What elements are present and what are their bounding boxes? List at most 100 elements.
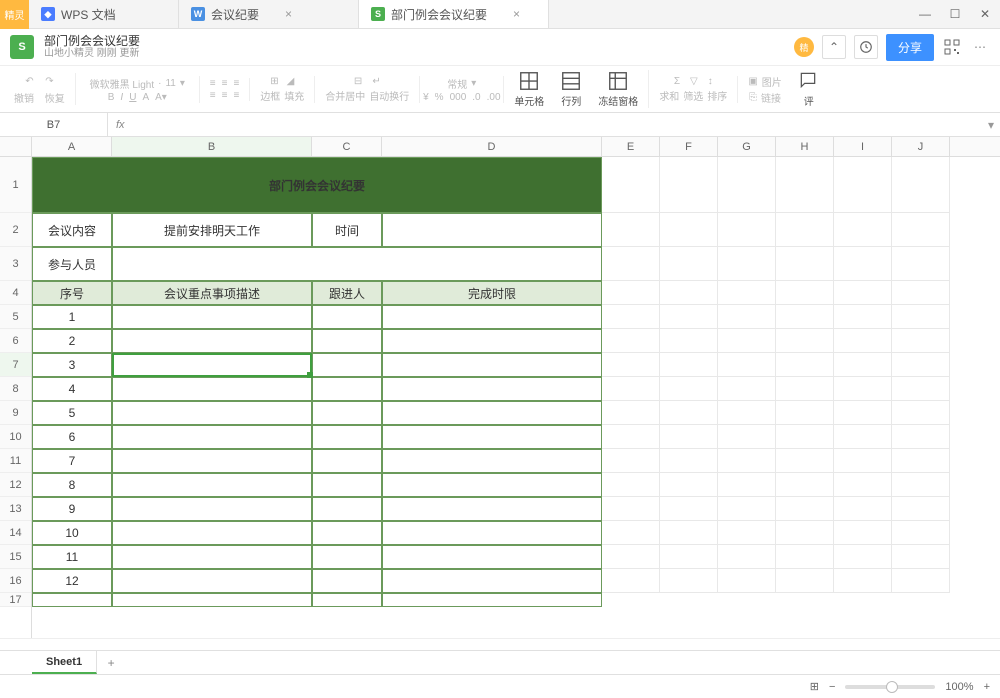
row-header[interactable]: 14 (0, 521, 31, 545)
zoom-level[interactable]: 100% (945, 681, 973, 693)
cell[interactable] (382, 593, 602, 607)
cell[interactable] (312, 305, 382, 329)
cell[interactable] (776, 449, 834, 473)
cell-seq[interactable]: 3 (32, 353, 112, 377)
cell[interactable] (892, 497, 950, 521)
cell[interactable] (718, 305, 776, 329)
freeze-button[interactable]: 冻结窗格 (592, 70, 649, 108)
cell[interactable] (660, 281, 718, 305)
cell[interactable] (834, 157, 892, 213)
cell[interactable] (112, 353, 312, 377)
cell-seq[interactable]: 11 (32, 545, 112, 569)
bold-icon[interactable]: B (108, 92, 115, 103)
cell[interactable] (382, 521, 602, 545)
cell[interactable] (112, 377, 312, 401)
win-tab-wps[interactable]: ◆ WPS 文档 (29, 0, 179, 28)
cell[interactable] (312, 425, 382, 449)
cell[interactable] (776, 305, 834, 329)
align-right-icon[interactable]: ≡ (233, 90, 239, 101)
win-tab-doc2[interactable]: S 部门例会会议纪要 × (359, 0, 549, 28)
table-header[interactable]: 完成时限 (382, 281, 602, 305)
cell[interactable] (312, 329, 382, 353)
cell[interactable] (776, 329, 834, 353)
cell[interactable] (112, 425, 312, 449)
undo-icon[interactable]: ↶ (21, 73, 37, 89)
font-size[interactable]: 11 (165, 78, 175, 89)
cell[interactable] (112, 449, 312, 473)
cell[interactable] (892, 213, 950, 247)
col-header[interactable]: E (602, 137, 660, 156)
cell[interactable] (382, 545, 602, 569)
sum-icon[interactable]: Σ (674, 76, 680, 87)
cell[interactable] (602, 353, 660, 377)
number-format[interactable]: 常规 (447, 76, 467, 91)
cell[interactable] (776, 425, 834, 449)
col-header[interactable]: I (834, 137, 892, 156)
close-icon[interactable]: × (285, 7, 292, 21)
cell[interactable] (602, 247, 660, 281)
fx-label[interactable]: fx (108, 119, 133, 131)
cell[interactable] (776, 401, 834, 425)
maximize-button[interactable]: ☐ (940, 0, 970, 28)
cell[interactable] (382, 305, 602, 329)
cell[interactable] (834, 377, 892, 401)
cell[interactable] (834, 213, 892, 247)
dec-dec-icon[interactable]: .00 (487, 92, 501, 103)
cell[interactable] (718, 213, 776, 247)
fill-icon[interactable]: ◢ (287, 76, 295, 87)
cell[interactable] (382, 497, 602, 521)
cell[interactable] (892, 353, 950, 377)
cell[interactable] (834, 497, 892, 521)
zoom-in-button[interactable]: + (984, 681, 990, 693)
table-header[interactable]: 会议重点事项描述 (112, 281, 312, 305)
align-bot-icon[interactable]: ≡ (233, 78, 239, 89)
cell[interactable] (660, 569, 718, 593)
cell[interactable] (776, 521, 834, 545)
col-header[interactable]: C (312, 137, 382, 156)
filter-icon[interactable]: ▽ (690, 76, 698, 87)
dec-inc-icon[interactable]: .0 (472, 92, 480, 103)
formula-expand[interactable]: ▾ (982, 118, 1000, 132)
image-icon[interactable]: ▣ (748, 76, 757, 87)
col-header[interactable]: F (660, 137, 718, 156)
cell[interactable] (892, 247, 950, 281)
cell-label[interactable]: 时间 (312, 213, 382, 247)
cell-seq[interactable]: 5 (32, 401, 112, 425)
cell[interactable] (602, 569, 660, 593)
cell[interactable] (834, 281, 892, 305)
cell[interactable] (602, 281, 660, 305)
cell-seq[interactable]: 8 (32, 473, 112, 497)
cells-area[interactable]: 部门例会会议纪要 会议内容 提前安排明天工作 时间 参与人员 序号 会议重点事项… (32, 157, 1000, 638)
cell[interactable] (834, 247, 892, 281)
cell[interactable] (382, 569, 602, 593)
comment-button[interactable]: 评 (792, 70, 826, 108)
cell[interactable] (382, 329, 602, 353)
font-name[interactable]: 微软雅黑 Light (90, 76, 154, 91)
zoom-slider[interactable] (845, 685, 935, 689)
cell[interactable] (834, 401, 892, 425)
row-header[interactable]: 11 (0, 449, 31, 473)
cell[interactable] (834, 305, 892, 329)
cell[interactable] (112, 497, 312, 521)
redo-icon[interactable]: ↷ (41, 73, 57, 89)
cell[interactable] (312, 353, 382, 377)
cell[interactable] (112, 329, 312, 353)
cell[interactable] (660, 213, 718, 247)
row-header[interactable]: 5 (0, 305, 31, 329)
row-header[interactable]: 12 (0, 473, 31, 497)
cell-seq[interactable]: 6 (32, 425, 112, 449)
row-header[interactable]: 4 (0, 281, 31, 305)
cell[interactable] (112, 401, 312, 425)
italic-icon[interactable]: I (120, 92, 123, 103)
cell[interactable] (776, 247, 834, 281)
currency-icon[interactable]: ¥ (423, 92, 429, 103)
cell[interactable] (312, 377, 382, 401)
row-header[interactable]: 8 (0, 377, 31, 401)
cell-seq[interactable]: 4 (32, 377, 112, 401)
row-header[interactable]: 1 (0, 157, 31, 213)
cell[interactable] (892, 157, 950, 213)
cell[interactable] (660, 157, 718, 213)
row-header[interactable]: 9 (0, 401, 31, 425)
cell[interactable] (892, 521, 950, 545)
cell[interactable] (312, 497, 382, 521)
